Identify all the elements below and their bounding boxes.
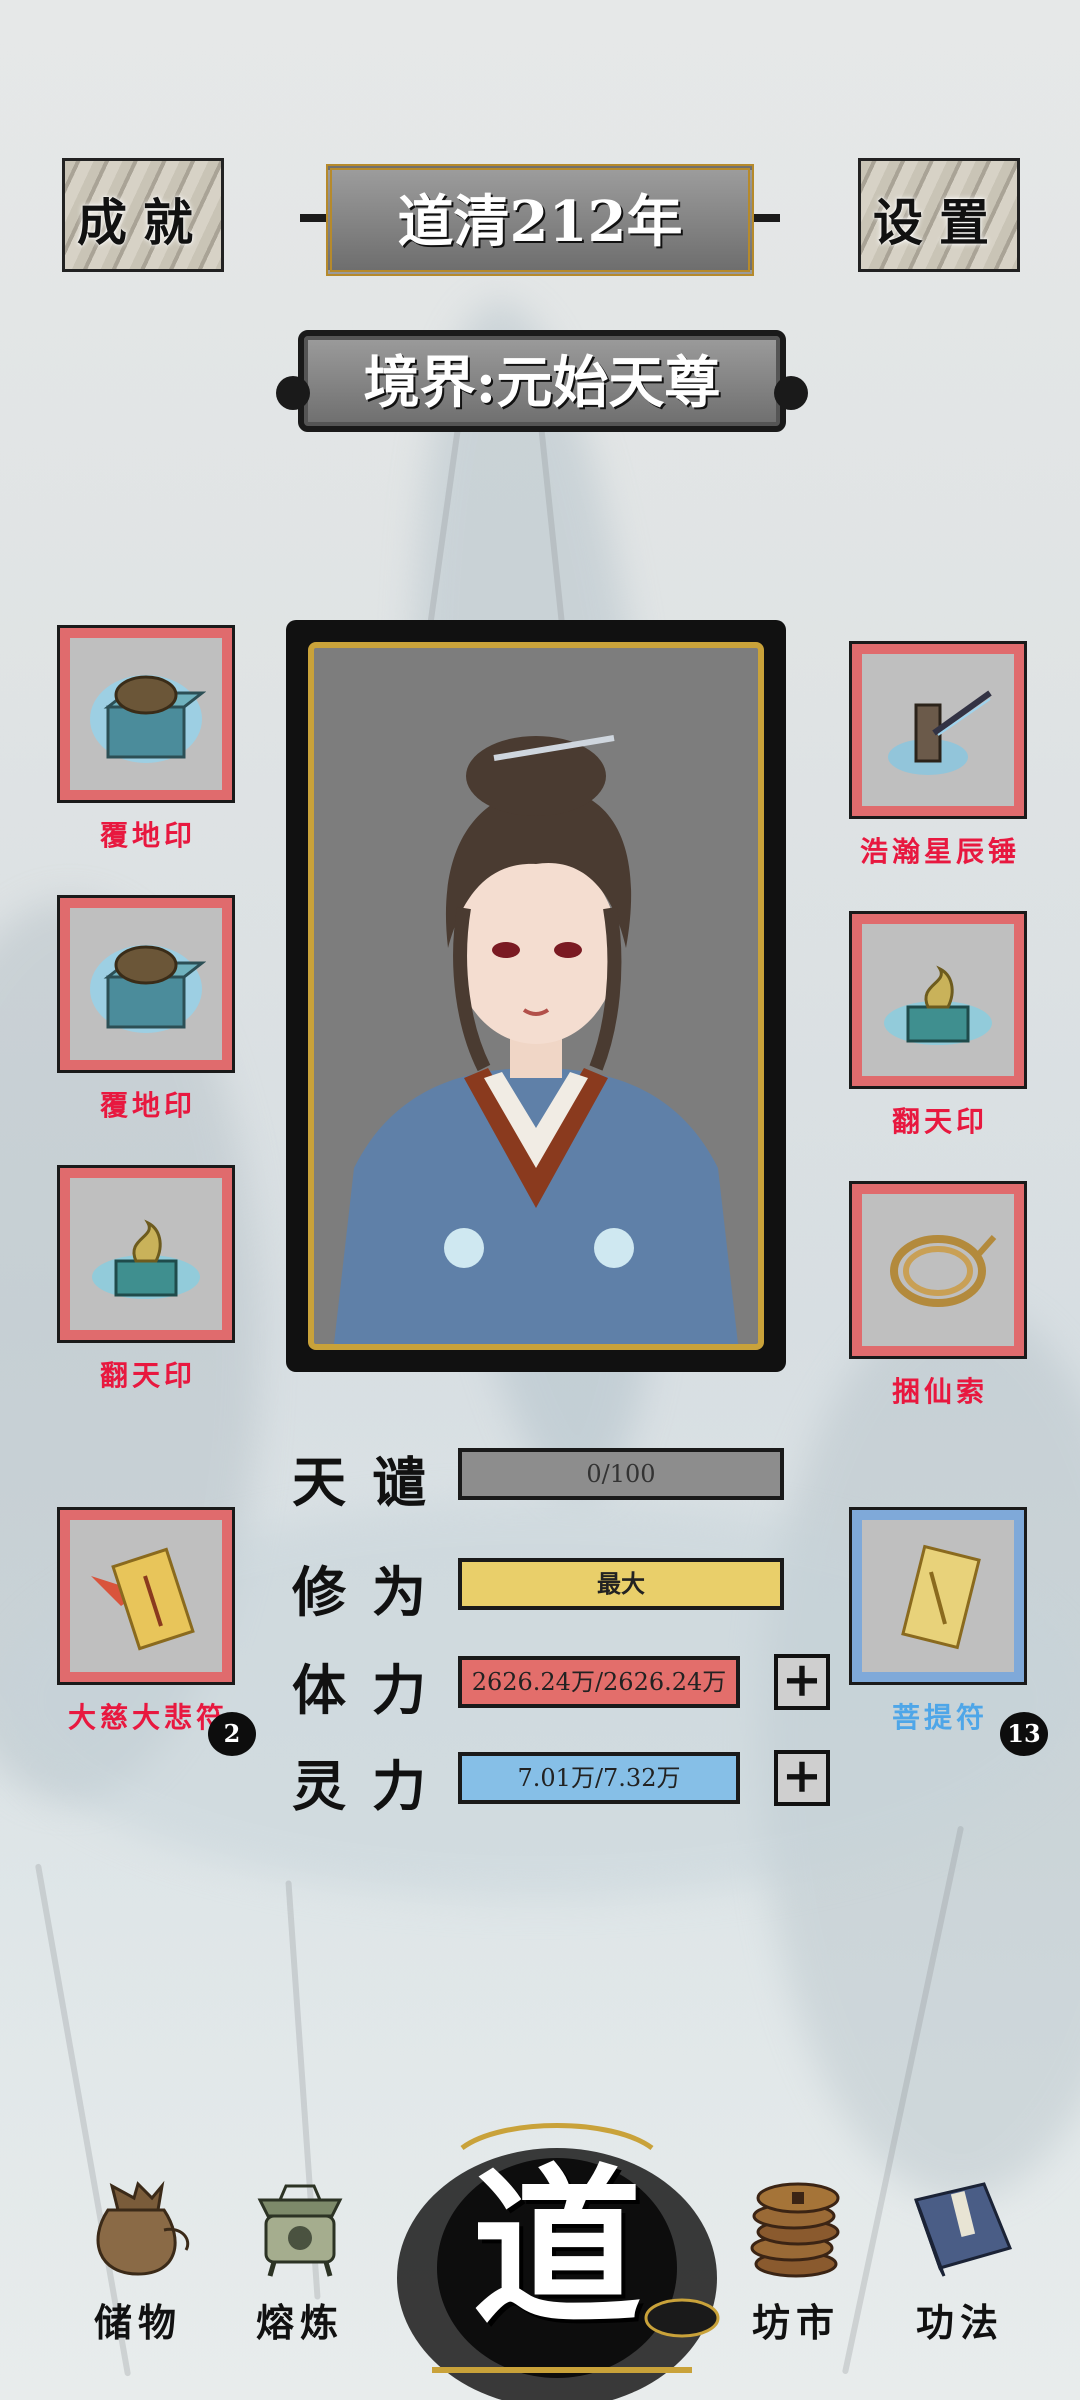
dao-main-button[interactable]: 道 xyxy=(392,2108,722,2400)
character-portrait xyxy=(308,642,764,1350)
realm-plaque: 境界:元始天尊 xyxy=(276,330,808,432)
tianqian-bar: 0/100 xyxy=(458,1448,784,1500)
dragon-seal-icon xyxy=(92,1219,200,1299)
spirit-plus-button[interactable]: + xyxy=(774,1750,830,1806)
nav-smelt[interactable]: 熔炼 xyxy=(230,2170,370,2347)
stamina-label: 体力 xyxy=(292,1658,452,1722)
achievements-button[interactable]: 成就 xyxy=(62,158,224,272)
dao-label: 道 xyxy=(471,2148,642,2348)
settings-label: 设置 xyxy=(873,193,1005,252)
talisman-icon xyxy=(901,1544,981,1650)
nav-market-label: 坊市 xyxy=(751,2300,840,2345)
hammer-icon xyxy=(888,690,992,775)
tianqian-label: 天谴 xyxy=(292,1450,452,1514)
settings-button[interactable]: 设置 xyxy=(858,158,1020,272)
equip-slot-right-3[interactable]: 捆仙索 xyxy=(849,1181,1028,1410)
equip-name: 捆仙索 xyxy=(891,1375,988,1408)
item-count-badge: 13 xyxy=(1000,1712,1048,1756)
equip-name: 浩瀚星辰锤 xyxy=(859,835,1020,868)
talisman-icon xyxy=(91,1547,195,1651)
nav-skills[interactable]: 功法 xyxy=(890,2170,1030,2347)
achievements-label: 成就 xyxy=(77,193,209,252)
equip-slot-left-1[interactable]: 覆地印 xyxy=(57,625,236,854)
cultivation-bar: 最大 xyxy=(458,1558,784,1610)
spirit-label: 灵力 xyxy=(292,1754,452,1818)
pouch-icon xyxy=(96,2180,190,2276)
year-plaque: 道清212年 xyxy=(300,164,780,276)
nav-storage[interactable]: 储物 xyxy=(68,2170,208,2347)
stamina-plus-button[interactable]: + xyxy=(774,1654,830,1710)
nav-smelt-label: 熔炼 xyxy=(255,2300,344,2345)
character-figure xyxy=(334,735,738,1344)
dragon-seal-icon xyxy=(884,965,992,1045)
rope-icon xyxy=(890,1235,997,1307)
equip-name: 翻天印 xyxy=(99,1359,196,1392)
nav-storage-label: 储物 xyxy=(93,2300,182,2345)
nav-skills-label: 功法 xyxy=(915,2300,1004,2345)
talisman-slot-left[interactable]: 2 大慈大悲符 xyxy=(57,1507,256,1756)
talisman-slot-right[interactable]: 13 菩提符 xyxy=(849,1507,1048,1756)
furnace-icon xyxy=(257,2184,343,2277)
item-count-badge: 2 xyxy=(208,1712,256,1756)
equip-slot-right-2[interactable]: 翻天印 xyxy=(849,911,1028,1140)
nav-market[interactable]: 坊市 xyxy=(726,2170,866,2347)
coins-icon xyxy=(750,2182,840,2278)
stamina-bar: 2626.24万/2626.24万 xyxy=(458,1656,740,1708)
character-portrait-frame[interactable] xyxy=(286,620,786,1372)
spirit-bar: 7.01万/7.32万 xyxy=(458,1752,740,1804)
equip-slot-left-3[interactable]: 翻天印 xyxy=(57,1165,236,1394)
equip-slot-right-1[interactable]: 浩瀚星辰锤 xyxy=(849,641,1028,870)
equip-name: 翻天印 xyxy=(891,1105,988,1138)
equip-slot-left-2[interactable]: 覆地印 xyxy=(57,895,236,1124)
equip-name: 覆地印 xyxy=(99,1089,196,1122)
equip-name: 覆地印 xyxy=(99,819,196,852)
book-icon xyxy=(914,2182,1013,2277)
turtle-seal-icon xyxy=(90,945,206,1033)
cultivation-label: 修为 xyxy=(292,1560,452,1624)
turtle-seal-icon xyxy=(90,675,206,763)
